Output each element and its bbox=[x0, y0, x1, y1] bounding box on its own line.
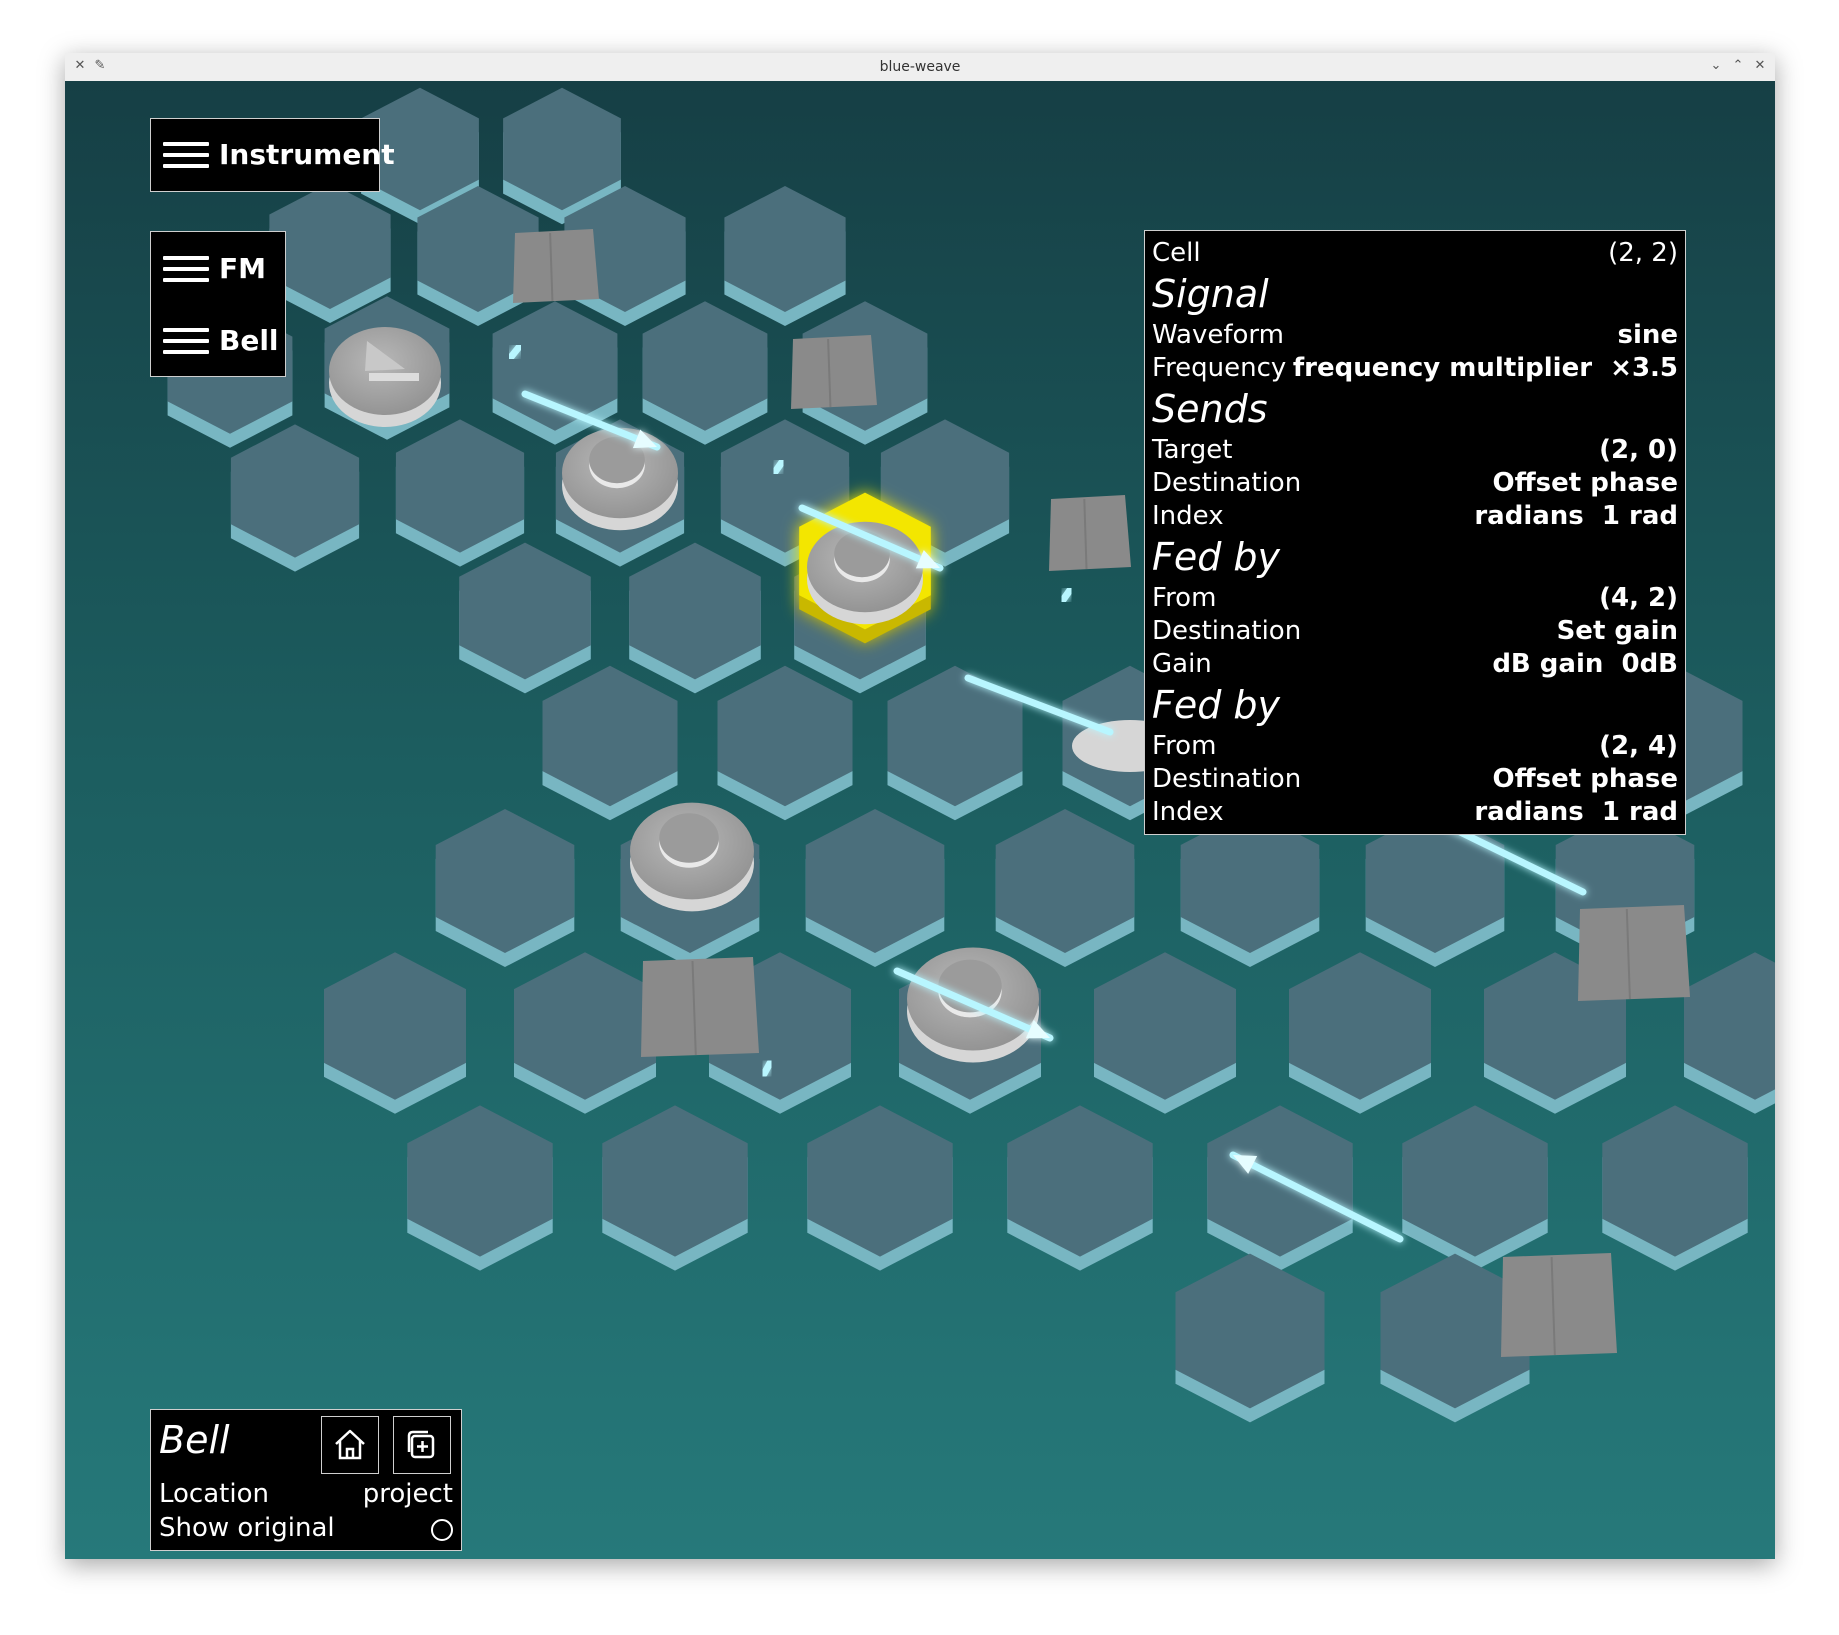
block-node bbox=[513, 229, 599, 303]
sends-heading: Sends bbox=[1152, 387, 1268, 431]
block-node bbox=[1501, 1253, 1617, 1357]
frequency-row[interactable]: Frequency frequency multiplier ×3.5 bbox=[1152, 352, 1678, 385]
cell-label: Cell bbox=[1152, 238, 1201, 268]
preset-name: Bell bbox=[159, 1418, 230, 1462]
fed-by-param-row[interactable]: Gain dB gain 0dB bbox=[1152, 648, 1678, 681]
fed-by-param-label: Index bbox=[1152, 797, 1224, 827]
category-menu-button[interactable]: FM bbox=[163, 252, 266, 285]
block-node bbox=[1049, 495, 1131, 571]
viewport-3d[interactable]: Instrument FM Bell Cell (2, 2) Signal Wa… bbox=[65, 81, 1775, 1559]
maximize-icon[interactable]: ⌃ bbox=[1729, 57, 1747, 75]
duplicate-icon bbox=[407, 1430, 435, 1459]
target-value[interactable]: (2, 0) bbox=[1599, 434, 1678, 467]
block-node bbox=[1578, 905, 1690, 1001]
oscillator-node bbox=[329, 327, 441, 427]
app-window: ✕ ✎ blue-weave ⌄ ⌃ ✕ Instrument FM Bell … bbox=[65, 53, 1775, 1559]
fed-by-from-label: From bbox=[1152, 583, 1217, 613]
send-index-value[interactable]: radians 1 rad bbox=[1474, 500, 1678, 533]
cell-info-panel: Cell (2, 2) Signal Waveform sine Frequen… bbox=[1144, 230, 1686, 835]
preset-menu-label: Bell bbox=[219, 324, 279, 357]
fed-by-param-value[interactable]: dB gain 0dB bbox=[1492, 648, 1678, 681]
instrument-menu-panel: Instrument bbox=[150, 118, 395, 192]
send-index-row[interactable]: Index radians 1 rad bbox=[1152, 500, 1678, 533]
frequency-value[interactable]: frequency multiplier ×3.5 bbox=[1293, 352, 1678, 385]
send-destination-label: Destination bbox=[1152, 468, 1302, 498]
waveform-value[interactable]: sine bbox=[1617, 319, 1678, 352]
category-menu-label: FM bbox=[219, 252, 266, 285]
waveform-row[interactable]: Waveform sine bbox=[1152, 319, 1678, 352]
show-original-row[interactable]: Show original bbox=[159, 1513, 453, 1543]
preset-info-panel: Bell Location project Show original bbox=[150, 1409, 462, 1551]
fed-by-from-label: From bbox=[1152, 731, 1217, 761]
show-original-label: Show original bbox=[159, 1513, 335, 1543]
fed-by-destination-value[interactable]: Offset phase bbox=[1492, 763, 1678, 796]
fed-by-param-value[interactable]: radians 1 rad bbox=[1474, 796, 1678, 829]
instrument-menu-label: Instrument bbox=[219, 138, 395, 171]
home-button[interactable] bbox=[321, 1416, 379, 1474]
fed-by-heading: Fed by bbox=[1152, 535, 1281, 579]
window-title: blue-weave bbox=[879, 59, 961, 75]
fed-by-destination-row[interactable]: Destination Set gain bbox=[1152, 615, 1678, 648]
target-label: Target bbox=[1152, 435, 1233, 465]
minimize-icon[interactable]: ⌄ bbox=[1707, 57, 1725, 75]
fed-by-param-row[interactable]: Index radians 1 rad bbox=[1152, 796, 1678, 829]
signal-heading: Signal bbox=[1152, 272, 1269, 316]
cell-row: Cell (2, 2) bbox=[1152, 237, 1678, 270]
fed-by-from-value[interactable]: (4, 2) bbox=[1599, 582, 1678, 615]
oscillator-node bbox=[630, 802, 754, 912]
fed-by-destination-label: Destination bbox=[1152, 616, 1302, 646]
show-original-toggle[interactable] bbox=[431, 1519, 453, 1541]
send-destination-row[interactable]: Destination Offset phase bbox=[1152, 467, 1678, 500]
waveform-label: Waveform bbox=[1152, 320, 1284, 350]
location-label: Location bbox=[159, 1479, 269, 1509]
block-node bbox=[791, 335, 877, 409]
fed-by-destination-value[interactable]: Set gain bbox=[1557, 615, 1678, 648]
fed-by-param-label: Gain bbox=[1152, 649, 1212, 679]
block-node bbox=[641, 957, 759, 1057]
fed-by-destination-row[interactable]: Destination Offset phase bbox=[1152, 763, 1678, 796]
send-index-label: Index bbox=[1152, 501, 1224, 531]
close-icon[interactable]: ✕ bbox=[1751, 57, 1769, 75]
fed-by-destination-label: Destination bbox=[1152, 764, 1302, 794]
fed-by-from-row[interactable]: From (2, 4) bbox=[1152, 730, 1678, 763]
fed-by-heading: Fed by bbox=[1152, 683, 1281, 727]
target-row[interactable]: Target (2, 0) bbox=[1152, 434, 1678, 467]
oscillator-node bbox=[562, 427, 678, 531]
frequency-label: Frequency bbox=[1152, 353, 1287, 383]
hamburger-menu-icon bbox=[163, 255, 209, 282]
send-destination-value[interactable]: Offset phase bbox=[1492, 467, 1678, 500]
preset-menu-panel: FM Bell bbox=[150, 231, 286, 377]
location-row: Location project bbox=[159, 1479, 453, 1509]
home-icon bbox=[335, 1429, 365, 1460]
hamburger-menu-icon bbox=[163, 327, 209, 354]
instrument-menu-button[interactable]: Instrument bbox=[163, 138, 395, 171]
fed-by-from-value[interactable]: (2, 4) bbox=[1599, 730, 1678, 763]
fed-by-from-row[interactable]: From (4, 2) bbox=[1152, 582, 1678, 615]
location-value: project bbox=[362, 1479, 453, 1509]
hamburger-menu-icon bbox=[163, 141, 209, 168]
duplicate-button[interactable] bbox=[393, 1416, 451, 1474]
title-bar[interactable]: ✕ ✎ blue-weave ⌄ ⌃ ✕ bbox=[65, 53, 1775, 82]
cell-value: (2, 2) bbox=[1608, 238, 1678, 268]
preset-menu-button[interactable]: Bell bbox=[163, 324, 279, 357]
